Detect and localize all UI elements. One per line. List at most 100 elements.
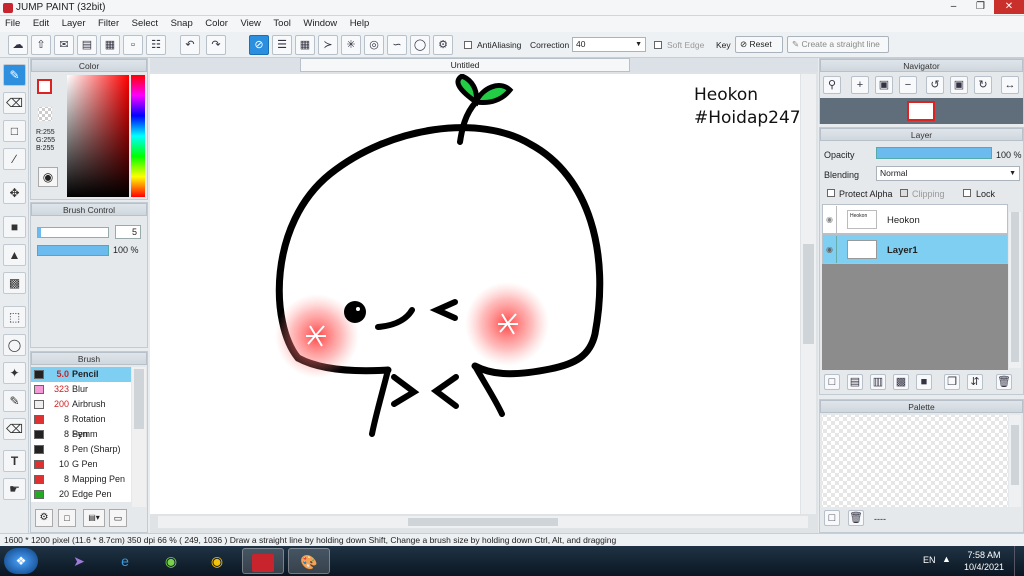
rotate-left-icon[interactable]: ↺ [926,76,944,94]
brush-copy-icon[interactable]: ▭ [109,509,127,527]
delete-palette-icon[interactable]: 🗑 [848,510,864,526]
note-icon[interactable]: ▤ [77,35,97,55]
clock[interactable]: 7:58 AM 10/4/2021 [960,549,1008,573]
brush-item-g-pen[interactable]: 10 G Pen [31,457,131,472]
redo-icon[interactable]: ↷ [206,35,226,55]
brush-item-blur[interactable]: 323 Blur [31,382,131,397]
document-icon[interactable]: ▫ [123,35,143,55]
layer-row-heokon[interactable]: ◉ Heokon Heokon [822,204,1008,234]
brush-menu-icon[interactable]: ▤▾ [83,509,105,527]
gradient-line-tool-icon[interactable]: ∕ [3,148,26,170]
fill-rect-tool-icon[interactable]: ■ [3,216,26,238]
palette-icon[interactable]: ◉ [38,167,58,187]
flip-icon[interactable]: ↔ [1001,76,1019,94]
grid-icon[interactable]: ☷ [146,35,166,55]
new-halftone-layer-icon[interactable]: ▥ [870,374,886,390]
zoom-search-icon[interactable]: ⚲ [823,76,841,94]
clipping-checkbox[interactable] [900,189,908,197]
close-button[interactable]: ✕ [994,0,1024,14]
coccoc-icon[interactable]: ◉ [150,548,192,574]
snap-ellipse-icon[interactable]: ◯ [410,35,430,55]
magic-wand-tool-icon[interactable]: ✦ [3,362,26,384]
menu-snap[interactable]: Snap [166,16,198,31]
merge-layer-icon[interactable]: ⇵ [967,374,983,390]
soft-edge-checkbox[interactable] [654,41,662,49]
brush-item-pencil[interactable]: 5.0 Pencil [31,367,131,382]
canvas-paper[interactable]: Heokon #Hoidap247 [150,73,801,514]
foreground-color-swatch[interactable] [37,79,52,94]
visibility-eye-icon[interactable]: ◉ [826,245,833,254]
brush-item-pen[interactable]: 8 Pen [31,427,131,442]
maximize-button[interactable]: ❐ [967,0,994,14]
tab-untitled[interactable]: Untitled [300,58,630,72]
new-layer-icon[interactable]: □ [824,374,840,390]
cloud-icon[interactable]: ☁ [8,35,28,55]
menu-tool[interactable]: Tool [268,16,295,31]
brush-item-pen-sharp[interactable]: 8 Pen (Sharp) [31,442,131,457]
brush-size-slider[interactable] [37,227,109,238]
snap-curve-icon[interactable]: ∽ [387,35,407,55]
eraser-tool-icon[interactable]: ⌫ [3,92,26,114]
new-brush-icon[interactable]: □ [58,509,76,527]
bucket-tool-icon[interactable]: ▲ [3,244,26,266]
layer-opacity-slider[interactable] [876,147,992,159]
minimize-button[interactable]: – [940,0,967,14]
select-rect-tool-icon[interactable]: ⬚ [3,306,26,328]
menu-help[interactable]: Help [345,16,375,31]
gradient-tool-icon[interactable]: ▩ [3,272,26,294]
correction-select[interactable]: 40 ▼ [572,37,646,52]
undo-icon[interactable]: ↶ [180,35,200,55]
rotate-right-icon[interactable]: ↻ [974,76,992,94]
rotate-reset-icon[interactable]: ▣ [950,76,968,94]
antialiasing-checkbox[interactable] [464,41,472,49]
menu-layer[interactable]: Layer [57,16,91,31]
zoom-out-icon[interactable]: − [899,76,917,94]
zoom-in-icon[interactable]: + [851,76,869,94]
select-pen-tool-icon[interactable]: ✎ [3,390,26,412]
delete-layer-icon[interactable]: 🗑 [996,374,1012,390]
text-tool-icon[interactable]: T [3,450,26,472]
snap-concentric-icon[interactable]: ◎ [364,35,384,55]
jump-paint-icon[interactable] [242,548,284,574]
start-button[interactable]: ❖ [4,548,38,574]
brush-item-mapping-pen[interactable]: 8 Mapping Pen [31,472,131,487]
folder-icon[interactable]: ■ [916,374,932,390]
menu-edit[interactable]: Edit [28,16,54,31]
menu-view[interactable]: View [235,16,265,31]
comment-icon[interactable]: ✉ [54,35,74,55]
select-eraser-tool-icon[interactable]: ⌫ [3,418,26,440]
snap-off-icon[interactable]: ⊘ [249,35,269,55]
new-raster-layer-icon[interactable]: ▤ [847,374,863,390]
rectangle-tool-icon[interactable]: □ [3,120,26,142]
saturation-value-picker[interactable] [67,75,129,197]
copy-layer-icon[interactable]: ❐ [944,374,960,390]
lock-checkbox[interactable] [963,189,971,197]
transparent-color-icon[interactable] [38,107,52,121]
palette-scrollbar[interactable] [1009,415,1021,507]
tray-chevron-icon[interactable]: ▲ [942,554,951,564]
show-desktop-button[interactable] [1014,546,1024,576]
brush-item-edge-pen[interactable]: 20 Edge Pen [31,487,131,502]
page-icon[interactable]: ▦ [100,35,120,55]
protect-alpha-checkbox[interactable] [827,189,835,197]
brush-item-airbrush[interactable]: 200 Airbrush [31,397,131,412]
snap-parallel-icon[interactable]: ☰ [272,35,292,55]
canvas-horizontal-scrollbar[interactable] [158,516,808,528]
palette-area[interactable] [822,415,1008,507]
fit-icon[interactable]: ▣ [875,76,893,94]
brush-item-rotation-symm[interactable]: 8 Rotation Symm [31,412,131,439]
visual-studio-icon[interactable]: ➤ [58,548,100,574]
navigator-preview[interactable] [820,98,1023,124]
language-indicator[interactable]: EN [923,555,936,565]
hue-slider[interactable] [131,75,145,197]
visibility-eye-icon[interactable]: ◉ [826,215,833,224]
layer-row-layer1[interactable]: ◉ Layer1 [822,234,1008,264]
brush-tool-icon[interactable]: ✎ [3,64,26,86]
brush-size-field[interactable]: 5 [115,225,141,239]
snap-radial-icon[interactable]: ≻ [318,35,338,55]
hand-tool-icon[interactable]: ☛ [3,478,26,500]
snap-settings-icon[interactable]: ⚙ [433,35,453,55]
snap-radial-line-icon[interactable]: ✳ [341,35,361,55]
export-icon[interactable]: ⇧ [31,35,51,55]
internet-explorer-icon[interactable]: e [104,548,146,574]
